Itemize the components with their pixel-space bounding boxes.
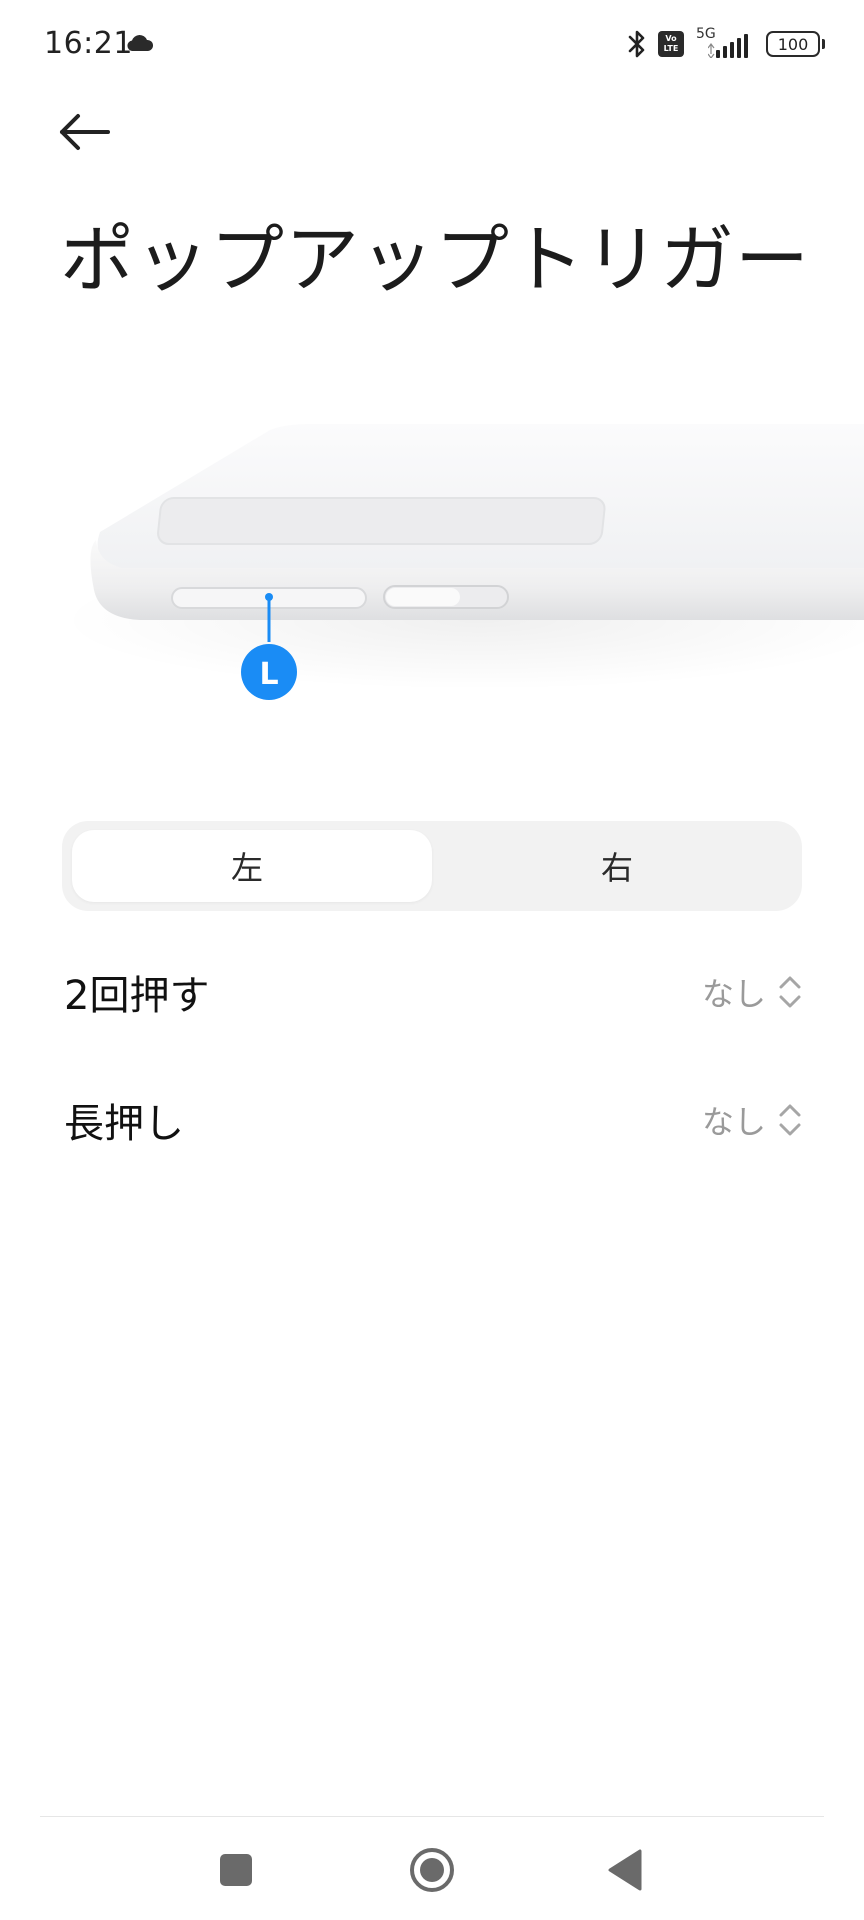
navigation-bar — [0, 1817, 864, 1920]
marker-label: L — [259, 657, 278, 692]
home-icon — [410, 1848, 454, 1892]
chevron-up-down-icon — [779, 1104, 801, 1136]
chevron-up-down-icon — [779, 976, 801, 1008]
setting-long-press[interactable]: 長押し なし — [62, 1070, 802, 1170]
battery-icon: 100 — [766, 31, 825, 57]
setting-value-dropdown[interactable]: なし — [702, 1097, 802, 1143]
tab-right[interactable]: 右 — [432, 821, 802, 911]
status-bar: 16:21 Vo LTE 5G 100 — [0, 0, 864, 90]
signal-icon — [708, 34, 748, 58]
volte-icon: Vo LTE — [658, 31, 684, 57]
bluetooth-icon — [628, 30, 645, 58]
tab-left[interactable]: 左 — [62, 821, 432, 911]
back-button[interactable] — [56, 106, 120, 158]
status-icons: Vo LTE 5G 100 — [626, 26, 825, 62]
status-time: 16:21 — [44, 26, 133, 61]
phone-side-illustration: L — [60, 424, 864, 700]
back-arrow-icon — [60, 114, 110, 150]
cloud-icon — [127, 35, 154, 51]
volte-bottom-label: LTE — [663, 44, 679, 53]
page-title: ポップアップトリガー — [60, 217, 810, 303]
battery-level: 100 — [777, 34, 809, 54]
volte-top-label: Vo — [665, 34, 677, 43]
setting-value: なし — [701, 1103, 766, 1141]
recents-icon — [220, 1854, 252, 1886]
side-selector: 左 右 — [62, 821, 802, 911]
home-button[interactable] — [407, 1845, 457, 1895]
setting-label: 2回押す — [64, 973, 210, 1019]
back-nav-button[interactable] — [602, 1845, 652, 1895]
recents-button[interactable] — [212, 1845, 262, 1895]
setting-label: 長押し — [64, 1101, 184, 1147]
setting-value-dropdown[interactable]: なし — [702, 969, 802, 1015]
setting-value: なし — [701, 975, 766, 1013]
signal-indicator: 5G — [694, 26, 750, 60]
setting-double-press[interactable]: 2回押す なし — [62, 942, 802, 1042]
back-nav-icon — [608, 1849, 642, 1891]
